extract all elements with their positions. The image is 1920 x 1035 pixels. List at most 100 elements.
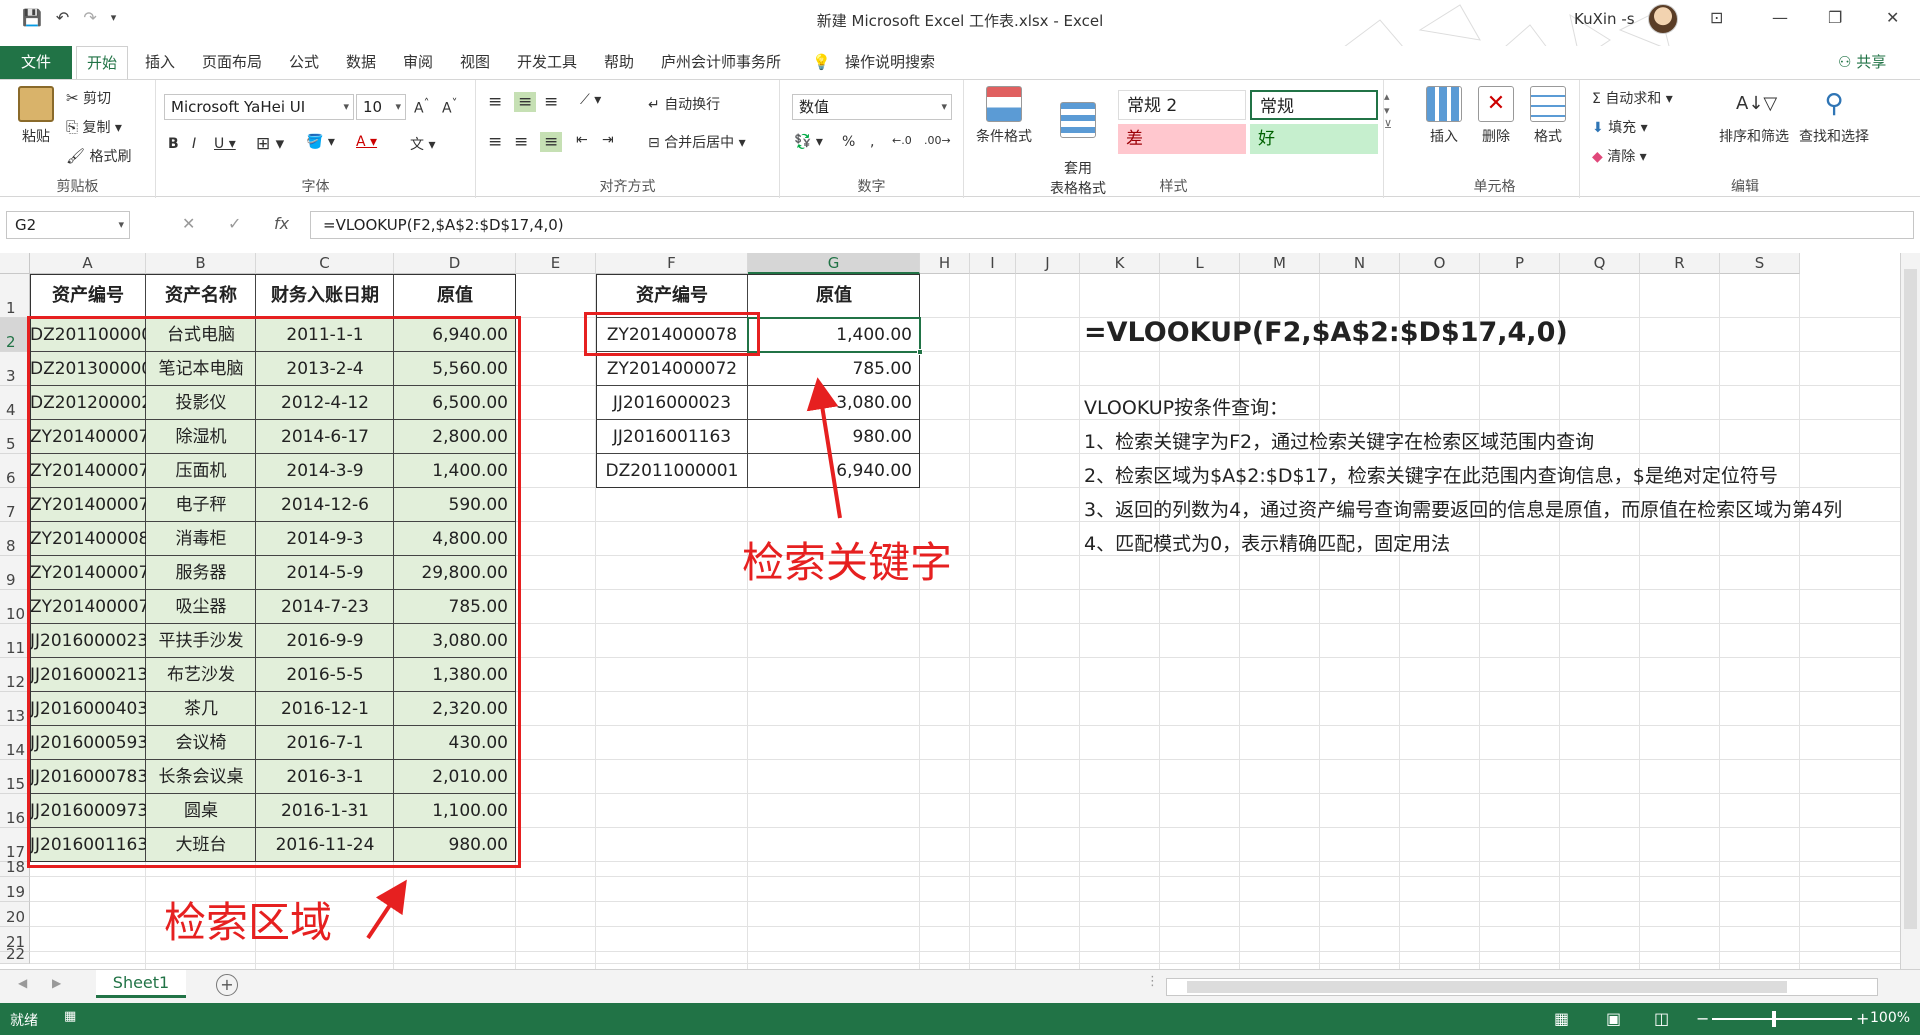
styles-scroll-icon[interactable]: ▴ ▾ ⊻	[1384, 90, 1392, 132]
table1-header-2[interactable]: 财务入账日期	[256, 279, 394, 313]
row-header-18[interactable]: 18	[0, 858, 30, 877]
column-header-d[interactable]: D	[394, 253, 516, 274]
align-top-icon[interactable]: ≡	[488, 92, 502, 112]
decrease-decimal-icon[interactable]: .00→	[924, 134, 951, 147]
column-header-a[interactable]: A	[30, 253, 146, 274]
fill-button[interactable]: ⬇ 填充 ▾	[1592, 117, 1648, 137]
page-layout-view-icon[interactable]: ▣	[1606, 1009, 1621, 1028]
tab-data[interactable]: 数据	[346, 46, 376, 79]
macro-record-icon[interactable]: ▦	[64, 1009, 76, 1024]
tab-review[interactable]: 审阅	[403, 46, 433, 79]
font-name-combo[interactable]: Microsoft YaHei UI	[164, 94, 354, 120]
row-header-17[interactable]: 17	[0, 828, 30, 862]
vertical-scroll-thumb[interactable]	[1904, 269, 1917, 929]
row-header-1[interactable]: 1	[0, 274, 30, 318]
row-header-19[interactable]: 19	[0, 877, 30, 902]
row-header-10[interactable]: 10	[0, 590, 30, 624]
style-normal-2[interactable]: 常规 2	[1118, 90, 1246, 120]
table2-cell[interactable]: 6,940.00	[748, 454, 920, 488]
tab-developer[interactable]: 开发工具	[517, 46, 577, 79]
shrink-font-icon[interactable]: A˅	[442, 96, 457, 117]
format-cells-button[interactable]: 格式	[1526, 86, 1570, 146]
column-header-i[interactable]: I	[970, 253, 1016, 274]
table2-cell[interactable]: 785.00	[748, 352, 920, 386]
tab-insert[interactable]: 插入	[145, 46, 175, 79]
restore-icon[interactable]: ❐	[1828, 8, 1842, 27]
row-header-4[interactable]: 4	[0, 386, 30, 420]
zoom-slider[interactable]	[1712, 1018, 1852, 1020]
row-header-11[interactable]: 11	[0, 624, 30, 658]
increase-decimal-icon[interactable]: ←.0	[892, 134, 912, 147]
tab-custom[interactable]: 庐州会计师事务所	[661, 46, 781, 79]
copy-button[interactable]: ⎘ 复制 ▾	[66, 117, 122, 137]
sheet-tab-sheet1[interactable]: Sheet1	[96, 970, 186, 998]
zoom-in-icon[interactable]: +	[1856, 1009, 1869, 1028]
fill-handle[interactable]	[917, 349, 923, 355]
table2-cell[interactable]: JJ2016001163	[596, 420, 748, 454]
tab-help[interactable]: 帮助	[604, 46, 634, 79]
zoom-level[interactable]: 100%	[1870, 1010, 1910, 1026]
format-painter-button[interactable]: 🖌 格式刷	[66, 146, 132, 166]
cancel-icon[interactable]: ✕	[182, 214, 195, 233]
align-bottom-icon[interactable]: ≡	[544, 92, 558, 112]
tab-file[interactable]: 文件	[0, 46, 72, 79]
align-center-icon[interactable]: ≡	[514, 132, 528, 152]
tab-split-handle[interactable]: ⋮	[1146, 974, 1159, 989]
insert-cells-button[interactable]: 插入	[1422, 86, 1466, 146]
insert-function-icon[interactable]: fx	[274, 214, 289, 233]
row-header-12[interactable]: 12	[0, 658, 30, 692]
style-bad[interactable]: 差	[1118, 124, 1246, 154]
column-header-c[interactable]: C	[256, 253, 394, 274]
row-header-2[interactable]: 2	[0, 318, 30, 352]
row-header-8[interactable]: 8	[0, 522, 30, 556]
ribbon-display-icon[interactable]: ⊡	[1710, 8, 1723, 27]
close-icon[interactable]: ✕	[1886, 8, 1899, 27]
share-button[interactable]: ⚇ 共享	[1838, 46, 1886, 79]
phonetic-icon[interactable]: 文 ▾	[410, 134, 435, 154]
tab-page-layout[interactable]: 页面布局	[202, 46, 262, 79]
column-header-h[interactable]: H	[920, 253, 970, 274]
style-good[interactable]: 好	[1250, 124, 1378, 154]
column-header-m[interactable]: M	[1240, 253, 1320, 274]
font-size-combo[interactable]: 10	[356, 94, 406, 120]
row-header-16[interactable]: 16	[0, 794, 30, 828]
column-header-k[interactable]: K	[1080, 253, 1160, 274]
grow-font-icon[interactable]: A˄	[414, 96, 429, 117]
column-header-l[interactable]: L	[1160, 253, 1240, 274]
row-header-7[interactable]: 7	[0, 488, 30, 522]
clear-button[interactable]: ◆ 清除 ▾	[1592, 146, 1647, 166]
underline-icon[interactable]: U ▾	[214, 136, 236, 152]
borders-icon[interactable]: ⊞ ▾	[256, 134, 284, 154]
comma-icon[interactable]: ,	[870, 134, 874, 150]
sort-filter-button[interactable]: A↓▽ 排序和筛选	[1716, 86, 1792, 146]
align-right-icon[interactable]: ≡	[540, 132, 563, 152]
minimize-icon[interactable]: —	[1772, 8, 1788, 27]
align-middle-icon[interactable]: ≡	[514, 92, 537, 112]
tab-formulas[interactable]: 公式	[289, 46, 319, 79]
table2-header-0[interactable]: 资产编号	[596, 279, 748, 313]
column-header-o[interactable]: O	[1400, 253, 1480, 274]
horizontal-scrollbar[interactable]	[1166, 978, 1878, 996]
wrap-text-button[interactable]: ↵ 自动换行	[648, 94, 720, 114]
column-header-j[interactable]: J	[1016, 253, 1080, 274]
column-header-p[interactable]: P	[1480, 253, 1560, 274]
row-header-15[interactable]: 15	[0, 760, 30, 794]
fill-color-icon[interactable]: 🪣 ▾	[306, 134, 335, 150]
paste-button[interactable]: 粘贴	[14, 86, 58, 146]
cut-button[interactable]: ✂ 剪切	[66, 88, 111, 108]
column-header-s[interactable]: S	[1720, 253, 1800, 274]
percent-icon[interactable]: %	[842, 134, 855, 150]
row-header-20[interactable]: 20	[0, 902, 30, 927]
zoom-out-icon[interactable]: −	[1696, 1009, 1709, 1028]
active-cell[interactable]	[747, 317, 921, 353]
table2-cell[interactable]: DZ2011000001	[596, 454, 748, 488]
table1-header-0[interactable]: 资产编号	[30, 279, 146, 313]
avatar[interactable]	[1648, 4, 1678, 34]
row-header-5[interactable]: 5	[0, 420, 30, 454]
name-box[interactable]: G2	[6, 211, 130, 239]
normal-view-icon[interactable]: ▦	[1554, 1009, 1569, 1028]
table2-cell[interactable]: ZY2014000072	[596, 352, 748, 386]
column-header-q[interactable]: Q	[1560, 253, 1640, 274]
column-header-r[interactable]: R	[1640, 253, 1720, 274]
font-color-icon[interactable]: A ▾	[356, 134, 377, 150]
